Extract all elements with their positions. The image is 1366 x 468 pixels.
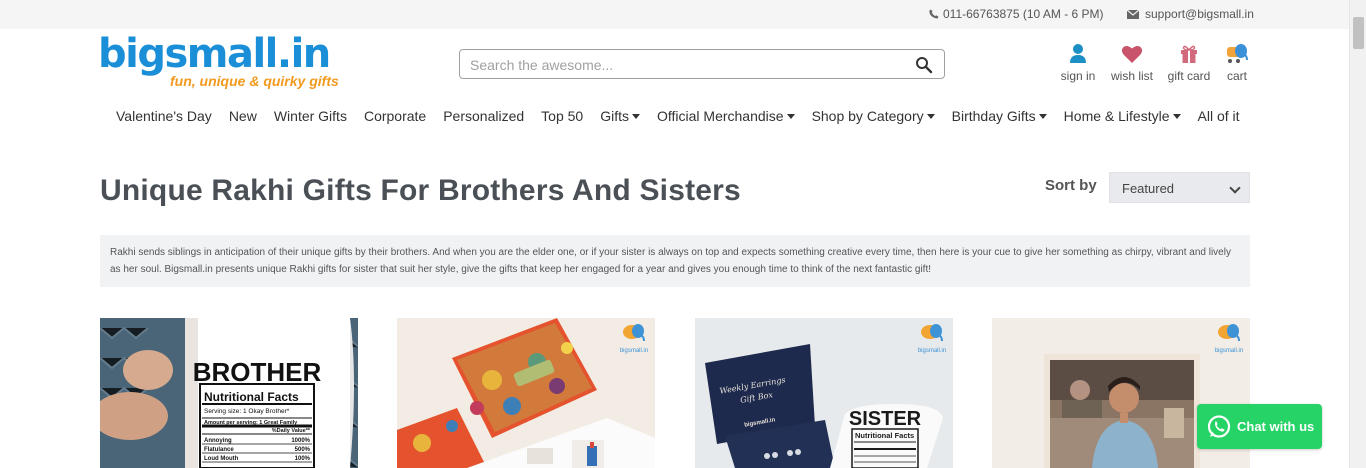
nav-top-50[interactable]: Top 50 <box>541 108 583 124</box>
brand-watermark-icon: bigsmall.in <box>918 324 946 354</box>
svg-text:Nutritional Facts: Nutritional Facts <box>204 390 299 404</box>
site-logo[interactable]: bigsmall.in fun, unique & quirky gifts <box>98 33 343 95</box>
page-title: Unique Rakhi Gifts For Brothers And Sist… <box>100 174 741 207</box>
gift-card-link[interactable]: gift card <box>1164 43 1214 83</box>
nav-winter-gifts[interactable]: Winter Gifts <box>274 108 347 124</box>
phone-text: 011-66763875 (10 AM - 6 PM) <box>943 7 1104 21</box>
mug-title: BROTHER <box>193 357 322 387</box>
whatsapp-icon <box>1207 414 1231 438</box>
sort-label: Sort by <box>1045 177 1097 194</box>
search-icon[interactable] <box>915 56 933 74</box>
svg-text:100%: 100% <box>295 456 311 462</box>
nav-home-lifestyle[interactable]: Home & Lifestyle <box>1064 108 1181 124</box>
nav-gifts[interactable]: Gifts <box>600 108 640 124</box>
mug-title: SISTER <box>849 408 922 430</box>
category-description: Rakhi sends siblings in anticipation of … <box>100 235 1250 287</box>
heart-icon <box>1121 45 1143 63</box>
product-image <box>397 318 655 468</box>
user-icon <box>1070 44 1086 63</box>
logo-tagline: fun, unique & quirky gifts <box>170 73 339 89</box>
scrollbar[interactable] <box>1349 0 1366 468</box>
svg-text:Nutritional Facts: Nutritional Facts <box>855 431 914 440</box>
svg-text:Serving size: 1 Okay Brother*: Serving size: 1 Okay Brother* <box>204 408 290 415</box>
chat-with-us-button[interactable]: Chat with us <box>1197 404 1322 449</box>
email-text: support@bigsmall.in <box>1145 7 1254 21</box>
logo-wordmark: bigsmall.in <box>98 31 331 77</box>
svg-text:bigsmall.in: bigsmall.in <box>918 348 946 354</box>
svg-text:Amount per serving: 1 Great Fa: Amount per serving: 1 Great Family <box>204 420 298 426</box>
nav-all-of-it[interactable]: All of it <box>1198 108 1240 124</box>
search-box <box>459 49 945 79</box>
svg-text:1000%: 1000% <box>291 438 310 444</box>
product-card[interactable]: BROTHER Nutritional Facts Serving size: … <box>100 318 358 468</box>
sign-in-link[interactable]: sign in <box>1056 43 1100 83</box>
caret-down-icon <box>631 113 640 119</box>
nav-official-merchandise[interactable]: Official Merchandise <box>657 108 795 124</box>
nav-personalized[interactable]: Personalized <box>443 108 524 124</box>
mail-icon <box>1127 9 1139 19</box>
svg-text:Loud Mouth: Loud Mouth <box>204 456 239 462</box>
product-card[interactable]: bigsmall.in <box>397 318 655 468</box>
brand-watermark-icon: bigsmall.in <box>1215 324 1243 354</box>
user-links: sign in wish list gift card cart <box>1056 43 1254 83</box>
nav-birthday-gifts[interactable]: Birthday Gifts <box>952 108 1047 124</box>
caret-down-icon <box>1038 113 1047 119</box>
product-card[interactable]: Weekly Earrings Gift Box bigsmall.in SIS… <box>695 318 953 468</box>
svg-text:Annoying: Annoying <box>204 438 232 444</box>
svg-text:bigsmall.in: bigsmall.in <box>1215 348 1243 354</box>
nav-new[interactable]: New <box>229 108 257 124</box>
search-input[interactable] <box>470 55 900 75</box>
phone-icon <box>929 9 939 19</box>
product-image: Weekly Earrings Gift Box bigsmall.in SIS… <box>695 318 953 468</box>
sort-value: Featured <box>1122 181 1175 196</box>
caret-down-icon <box>926 113 935 119</box>
wish-list-link[interactable]: wish list <box>1106 43 1158 83</box>
main-nav: Valentine's Day New Winter Gifts Corpora… <box>116 108 1257 124</box>
svg-text:500%: 500% <box>295 447 311 453</box>
brand-watermark-icon: bigsmall.in <box>620 324 648 354</box>
svg-text:bigsmall.in: bigsmall.in <box>620 348 648 354</box>
top-bar: 011-66763875 (10 AM - 6 PM) support@bigs… <box>0 0 1349 29</box>
chat-label: Chat with us <box>1237 419 1315 434</box>
sort-select[interactable]: Featured <box>1109 172 1250 203</box>
nav-corporate[interactable]: Corporate <box>364 108 426 124</box>
gift-icon <box>1181 45 1197 63</box>
cart-icon <box>1227 44 1248 63</box>
caret-down-icon <box>1172 113 1181 119</box>
nav-valentines-day[interactable]: Valentine's Day <box>116 108 212 124</box>
product-image: BROTHER Nutritional Facts Serving size: … <box>100 318 358 468</box>
svg-text:Flatulance: Flatulance <box>204 447 234 453</box>
cart-link[interactable]: cart <box>1220 43 1254 83</box>
svg-text:%Daily Value**: %Daily Value** <box>272 428 311 434</box>
nav-shop-by-category[interactable]: Shop by Category <box>812 108 935 124</box>
email-contact[interactable]: support@bigsmall.in <box>1127 7 1254 21</box>
chevron-down-icon <box>1229 182 1241 194</box>
phone-contact[interactable]: 011-66763875 (10 AM - 6 PM) <box>929 7 1104 21</box>
caret-down-icon <box>786 113 795 119</box>
scrollbar-thumb[interactable] <box>1353 17 1364 49</box>
